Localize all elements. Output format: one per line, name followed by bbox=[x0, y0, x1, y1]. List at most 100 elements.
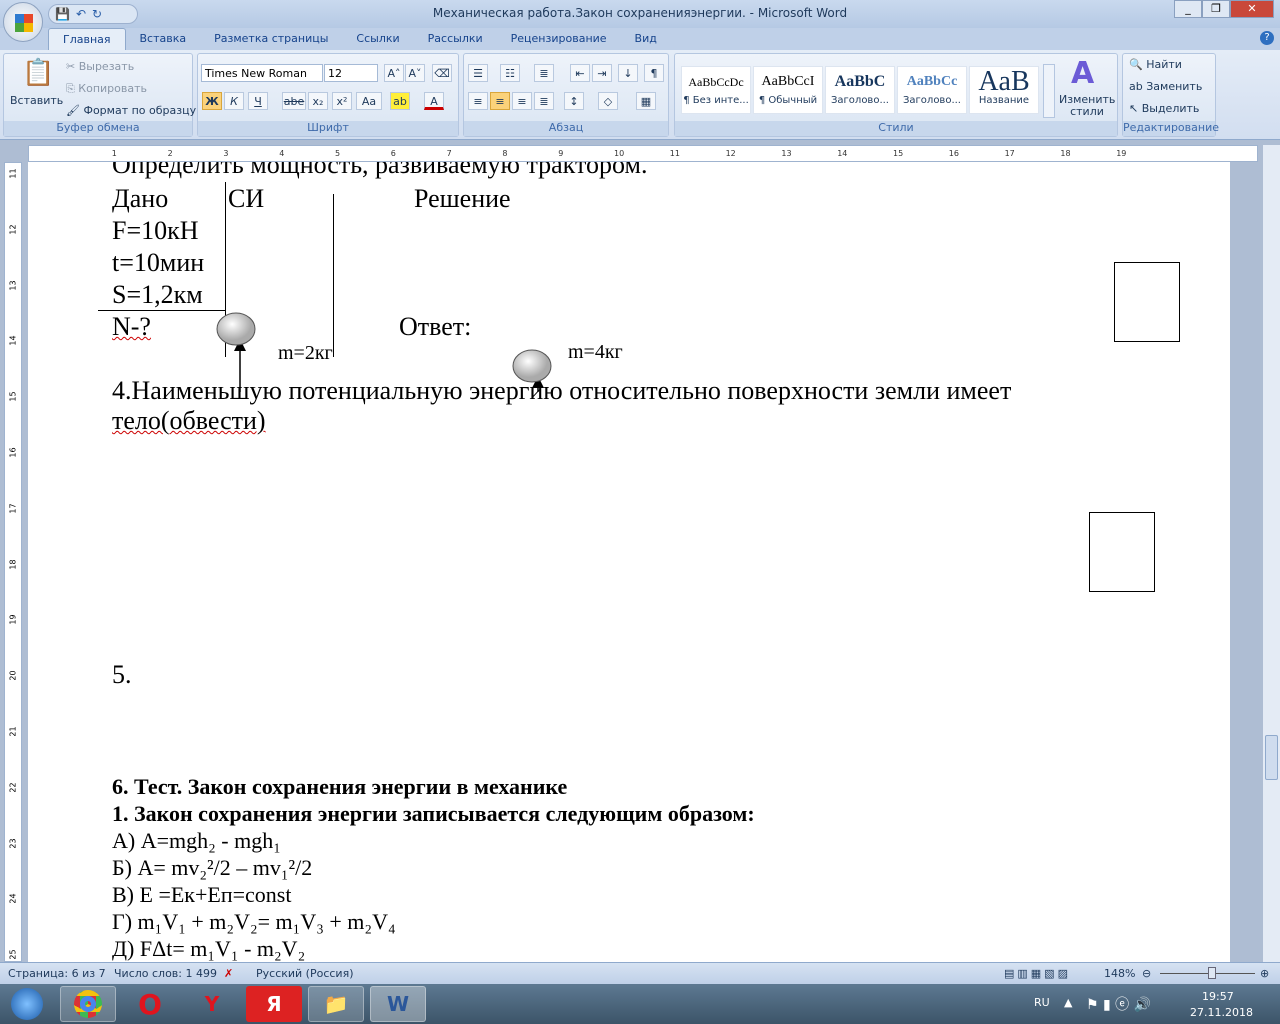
input-language[interactable]: RU bbox=[1034, 996, 1050, 1009]
decrease-indent-icon[interactable]: ⇤ bbox=[570, 64, 590, 82]
clipboard-label: Буфер обмена bbox=[4, 121, 192, 136]
minimize-button[interactable]: _ bbox=[1174, 0, 1202, 18]
replace-button[interactable]: ab Заменить bbox=[1129, 80, 1202, 93]
restore-button[interactable]: ❐ bbox=[1202, 0, 1230, 18]
ruler-tick: 15 bbox=[893, 149, 904, 158]
style-heading1[interactable]: AaBbC Заголово... bbox=[825, 66, 895, 114]
opera-icon[interactable]: O bbox=[122, 986, 178, 1022]
ruler-tick: 6 bbox=[390, 149, 396, 158]
tray-icons[interactable]: ⚑ ▮ ⓔ 🔊 bbox=[1086, 994, 1151, 1014]
style-title[interactable]: AaB Название bbox=[969, 66, 1039, 114]
copy-label: Копировать bbox=[78, 82, 148, 95]
ruler-tick: 16 bbox=[8, 447, 18, 458]
undo-icon[interactable]: ↶ bbox=[76, 7, 86, 21]
tab-page-layout[interactable]: Разметка страницы bbox=[200, 28, 342, 50]
align-left-icon[interactable]: ≡ bbox=[468, 92, 488, 110]
align-center-icon[interactable]: ≡ bbox=[490, 92, 510, 110]
help-icon[interactable]: ? bbox=[1260, 31, 1274, 45]
language[interactable]: Русский (Россия) bbox=[256, 967, 354, 980]
scrollbar-thumb[interactable] bbox=[1265, 735, 1278, 780]
change-case-button[interactable]: Аа bbox=[356, 92, 382, 110]
tab-insert[interactable]: Вставка bbox=[126, 28, 201, 50]
office-logo-icon bbox=[15, 14, 33, 32]
show-marks-icon[interactable]: ¶ bbox=[644, 64, 664, 82]
bullets-icon[interactable]: ☰ bbox=[468, 64, 488, 82]
redo-icon[interactable]: ↻ bbox=[92, 7, 102, 21]
tab-home[interactable]: Главная bbox=[48, 28, 126, 50]
word-icon[interactable]: W bbox=[370, 986, 426, 1022]
align-right-icon[interactable]: ≡ bbox=[512, 92, 532, 110]
yandex-icon[interactable]: Я bbox=[246, 986, 302, 1022]
tab-references[interactable]: Ссылки bbox=[342, 28, 413, 50]
clear-format-button[interactable]: ⌫ bbox=[432, 64, 452, 82]
grow-font-button[interactable]: A˄ bbox=[384, 64, 404, 82]
ruler-tick: 25 bbox=[8, 949, 18, 960]
ruler-tick: 11 bbox=[669, 149, 680, 158]
cut-button[interactable]: ✂ Вырезать bbox=[66, 60, 134, 73]
view-buttons[interactable]: ▤▥▦▧▨ bbox=[1004, 967, 1071, 980]
zoom-level[interactable]: 148% bbox=[1104, 967, 1135, 980]
clock-date[interactable]: 27.11.2018 bbox=[1190, 1006, 1253, 1019]
style-preview: AaBbCcI bbox=[761, 74, 815, 89]
find-button[interactable]: 🔍 Найти bbox=[1129, 58, 1182, 71]
vertical-scrollbar[interactable] bbox=[1262, 145, 1280, 962]
editing-group: 🔍 Найти ab Заменить ↖ Выделить Редактиро… bbox=[1122, 53, 1219, 137]
document-page[interactable]: Определить мощность, развиваемую трактор… bbox=[28, 162, 1230, 962]
sort-icon[interactable]: ↓ bbox=[618, 64, 638, 82]
save-icon[interactable]: 💾 bbox=[55, 7, 70, 21]
tab-review[interactable]: Рецензирование bbox=[497, 28, 621, 50]
font-group: Times New Roman 12 A˄ A˅ ⌫ Ж К Ч abe x₂ … bbox=[197, 53, 459, 137]
justify-icon[interactable]: ≣ bbox=[534, 92, 554, 110]
styles-scroll[interactable] bbox=[1043, 64, 1055, 118]
shrink-font-button[interactable]: A˅ bbox=[405, 64, 425, 82]
multilevel-list-icon[interactable]: ≣ bbox=[534, 64, 554, 82]
office-button[interactable] bbox=[3, 2, 43, 42]
proofing-icon[interactable]: ✗ bbox=[224, 967, 233, 980]
increase-indent-icon[interactable]: ⇥ bbox=[592, 64, 612, 82]
word-count[interactable]: Число слов: 1 499 bbox=[114, 967, 217, 980]
strikethrough-button[interactable]: abe bbox=[282, 92, 306, 110]
underline-button[interactable]: Ч bbox=[248, 92, 268, 110]
style-name: ¶ Обычный bbox=[758, 95, 818, 106]
italic-button[interactable]: К bbox=[224, 92, 244, 110]
zoom-slider-thumb[interactable] bbox=[1208, 967, 1216, 979]
font-size-select[interactable]: 12 bbox=[324, 64, 378, 82]
zoom-out-button[interactable]: ⊖ bbox=[1142, 967, 1151, 980]
page-count[interactable]: Страница: 6 из 7 bbox=[8, 967, 106, 980]
font-name-select[interactable]: Times New Roman bbox=[201, 64, 323, 82]
yandex-browser-icon[interactable]: Y bbox=[184, 986, 240, 1022]
line-spacing-icon[interactable]: ↕ bbox=[564, 92, 584, 110]
ruler-tick: 18 bbox=[8, 559, 18, 570]
tab-view[interactable]: Вид bbox=[621, 28, 671, 50]
numbering-icon[interactable]: ☷ bbox=[500, 64, 520, 82]
select-button[interactable]: ↖ Выделить bbox=[1129, 102, 1199, 115]
paste-button[interactable]: Вставить bbox=[10, 94, 63, 107]
paste-icon[interactable]: 📋 bbox=[22, 58, 54, 88]
borders-icon[interactable]: ▦ bbox=[636, 92, 656, 110]
style-heading2[interactable]: AaBbCc Заголово... bbox=[897, 66, 967, 114]
zoom-in-button[interactable]: ⊕ bbox=[1260, 967, 1269, 980]
tab-mailings[interactable]: Рассылки bbox=[414, 28, 497, 50]
close-button[interactable]: ✕ bbox=[1230, 0, 1274, 18]
tray-arrow-icon[interactable]: ▲ bbox=[1064, 996, 1072, 1009]
bold-button[interactable]: Ж bbox=[202, 92, 222, 110]
style-name: Название bbox=[978, 95, 1030, 106]
superscript-button[interactable]: x² bbox=[332, 92, 352, 110]
subscript-button[interactable]: x₂ bbox=[308, 92, 328, 110]
clock-time[interactable]: 19:57 bbox=[1202, 990, 1234, 1003]
shading-icon[interactable]: ◇ bbox=[598, 92, 618, 110]
style-normal[interactable]: AaBbCcI ¶ Обычный bbox=[753, 66, 823, 114]
explorer-icon[interactable]: 📁 bbox=[308, 986, 364, 1022]
highlight-icon[interactable]: ab bbox=[390, 92, 410, 110]
vertical-ruler[interactable]: 11 12 13 14 15 16 17 18 19 20 21 22 23 24 25 bbox=[4, 162, 22, 962]
style-no-spacing[interactable]: AaBbCcDc ¶ Без инте... bbox=[681, 66, 751, 114]
change-styles-button[interactable]: Изменить стили bbox=[1059, 94, 1115, 118]
format-painter-button[interactable]: 🖌 Формат по образцу bbox=[66, 104, 196, 117]
copy-button[interactable]: ⎘ Копировать bbox=[66, 82, 147, 96]
start-button[interactable] bbox=[2, 986, 52, 1022]
horizontal-ruler[interactable]: 1 2 3 4 5 6 7 8 9 10 11 12 13 14 15 16 17 18 19 bbox=[28, 145, 1258, 162]
font-color-icon[interactable]: A bbox=[424, 92, 444, 110]
ball bbox=[216, 312, 256, 346]
ruler-tick: 12 bbox=[8, 224, 18, 235]
chrome-icon[interactable] bbox=[60, 986, 116, 1022]
